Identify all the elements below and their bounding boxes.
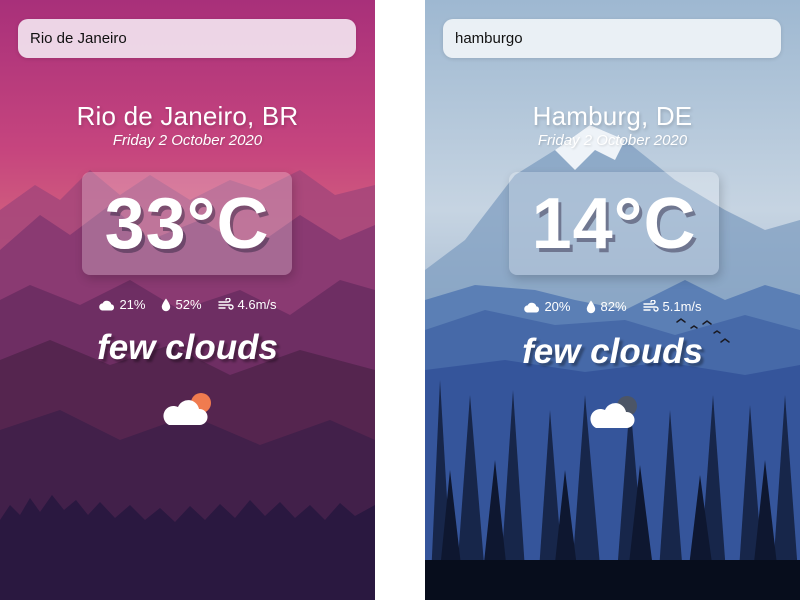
current-date: Friday 2 October 2020 [112, 132, 263, 149]
location-title: Rio de Janeiro, BR [76, 101, 299, 131]
weather-stats: 20% 82% 5.1m/s [425, 299, 800, 314]
weather-panel-rio: Rio de Janeiro, BR Friday 2 October 2020… [0, 0, 375, 600]
temperature-box: 14°C [509, 172, 719, 275]
weather-panel-hamburg: Hamburg, DE Friday 2 October 2020 14°C 2… [425, 0, 800, 600]
search-input[interactable] [18, 19, 356, 58]
cloudiness-value: 21% [119, 297, 146, 312]
humidity-stat: 82% [586, 299, 627, 314]
wind-stat: 4.6m/s [217, 297, 277, 312]
humidity-stat: 52% [161, 297, 202, 312]
humidity-value: 82% [600, 299, 627, 314]
temperature-value: 33°C [104, 183, 270, 264]
weather-description: few clouds [522, 332, 703, 371]
cloudiness-stat: 21% [98, 297, 145, 312]
wind-value: 4.6m/s [237, 297, 277, 312]
cloudiness-stat: 20% [523, 299, 570, 314]
cloud-moon-icon [590, 396, 637, 428]
humidity-value: 52% [175, 297, 202, 312]
cloud-icon [99, 300, 115, 310]
wind-value: 5.1m/s [662, 299, 702, 314]
temperature-box: 33°C [82, 172, 292, 275]
droplet-icon [587, 300, 596, 313]
location-title: Hamburg, DE [532, 101, 693, 131]
cloudiness-value: 20% [544, 299, 571, 314]
current-date: Friday 2 October 2020 [537, 132, 688, 149]
droplet-icon [162, 298, 171, 311]
search-input[interactable] [443, 19, 781, 58]
wind-stat: 5.1m/s [642, 299, 702, 314]
cloud-sun-icon [163, 393, 211, 425]
temperature-value: 14°C [531, 183, 697, 264]
weather-description: few clouds [97, 328, 278, 367]
weather-stats: 21% 52% 4.6m/s [0, 297, 375, 312]
wind-icon [642, 300, 659, 312]
wind-icon [217, 298, 234, 310]
cloud-icon [524, 302, 540, 312]
